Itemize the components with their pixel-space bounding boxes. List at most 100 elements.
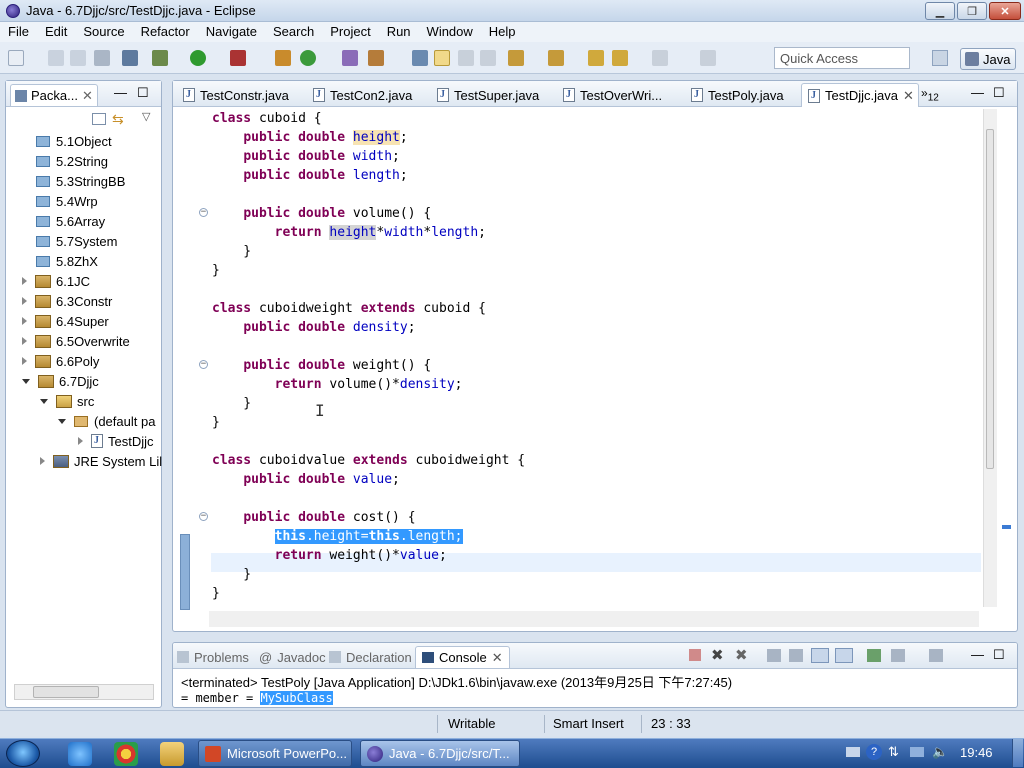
- close-icon[interactable]: ✕: [903, 88, 914, 104]
- menu-navigate[interactable]: Navigate: [198, 22, 265, 42]
- remove-launch-icon[interactable]: ✖: [711, 646, 724, 664]
- start-button[interactable]: [6, 740, 40, 767]
- block-selection-icon[interactable]: [458, 50, 474, 66]
- forward-icon[interactable]: [652, 50, 668, 66]
- tab-testsuper[interactable]: TestSuper.java: [431, 83, 551, 107]
- tree-item[interactable]: 5.6Array: [36, 211, 105, 231]
- fold-toggle-icon[interactable]: −: [199, 208, 208, 217]
- expand-arrow-icon[interactable]: [22, 297, 27, 305]
- tree-item[interactable]: (default pa: [58, 411, 155, 431]
- menu-refactor[interactable]: Refactor: [133, 22, 198, 42]
- overview-marker[interactable]: [1002, 525, 1011, 529]
- code-editor[interactable]: − − − class cuboid { public double heigh…: [173, 109, 983, 610]
- open-console-icon[interactable]: [929, 649, 943, 662]
- open-type-icon[interactable]: [342, 50, 358, 66]
- show-whitespace-icon[interactable]: [480, 50, 496, 66]
- taskbar-item-eclipse[interactable]: Java - 6.7Djjc/src/T...: [360, 740, 520, 767]
- previous-annotation-icon[interactable]: [548, 50, 564, 66]
- tab-testoverwrite[interactable]: TestOverWri...: [557, 83, 677, 107]
- scroll-lock-icon[interactable]: [789, 649, 803, 662]
- tab-testpoly[interactable]: TestPoly.java: [685, 83, 805, 107]
- quick-access-input[interactable]: Quick Access: [774, 47, 910, 69]
- menu-search[interactable]: Search: [265, 22, 322, 42]
- tree-item[interactable]: 6.1JC: [22, 271, 90, 291]
- tree-item[interactable]: 5.2String: [36, 151, 108, 171]
- run-icon[interactable]: [190, 50, 206, 66]
- scrollbar-thumb[interactable]: [986, 129, 994, 469]
- tab-declaration[interactable]: Declaration: [329, 646, 412, 668]
- expand-arrow-icon[interactable]: [22, 337, 27, 345]
- terminate-icon[interactable]: [689, 649, 701, 661]
- package-explorer-tab[interactable]: Packa... ✕: [10, 84, 98, 106]
- volume-icon[interactable]: 🔈: [932, 744, 948, 760]
- maximize-button[interactable]: ❐: [957, 2, 987, 20]
- tab-javadoc[interactable]: @ Javadoc: [259, 646, 326, 668]
- tab-problems[interactable]: Problems: [177, 646, 249, 668]
- horizontal-scrollbar[interactable]: [14, 684, 154, 700]
- ie-icon[interactable]: [68, 742, 92, 766]
- print-icon[interactable]: [94, 50, 110, 66]
- maximize-view-icon[interactable]: ☐: [993, 85, 1005, 101]
- skip-breakpoints-icon[interactable]: [122, 50, 138, 66]
- view-menu-icon[interactable]: ▽: [142, 110, 150, 123]
- overview-ruler[interactable]: [999, 109, 1015, 607]
- tree-item[interactable]: JRE System Lil: [40, 451, 162, 471]
- expand-arrow-icon[interactable]: [78, 437, 83, 445]
- tree-item[interactable]: 6.5Overwrite: [22, 331, 130, 351]
- collapse-arrow-icon[interactable]: [58, 418, 66, 424]
- horizontal-scrollbar[interactable]: [209, 611, 979, 627]
- tree-item[interactable]: 5.1Object: [36, 131, 112, 151]
- fold-toggle-icon[interactable]: −: [199, 360, 208, 369]
- expand-arrow-icon[interactable]: [22, 277, 27, 285]
- clock[interactable]: 19:46: [960, 745, 993, 760]
- menu-run[interactable]: Run: [379, 22, 419, 42]
- show-desktop-button[interactable]: [1012, 739, 1023, 767]
- menu-file[interactable]: File: [0, 22, 37, 42]
- close-button[interactable]: ✕: [989, 2, 1021, 20]
- tree-item[interactable]: 5.3StringBB: [36, 171, 125, 191]
- open-perspective-icon[interactable]: [932, 50, 948, 66]
- external-tools-icon[interactable]: [230, 50, 246, 66]
- remove-all-icon[interactable]: ✖: [735, 646, 748, 664]
- tree-item[interactable]: src: [40, 391, 94, 411]
- tab-testdjjc[interactable]: TestDjjc.java ✕: [801, 83, 919, 107]
- new-icon[interactable]: [8, 50, 24, 66]
- tree-item[interactable]: 6.7Djjc: [22, 371, 99, 391]
- new-java-project-icon[interactable]: [275, 50, 291, 66]
- help-icon[interactable]: ?: [866, 744, 882, 760]
- menu-source[interactable]: Source: [75, 22, 132, 42]
- save-icon[interactable]: [48, 50, 64, 66]
- tree-item[interactable]: 6.3Constr: [22, 291, 112, 311]
- tree-item[interactable]: 5.4Wrp: [36, 191, 98, 211]
- toggle-breadcrumb-icon[interactable]: [412, 50, 428, 66]
- tree-item[interactable]: 6.4Super: [22, 311, 109, 331]
- network-icon[interactable]: [910, 747, 924, 757]
- next-annotation-icon[interactable]: [508, 50, 524, 66]
- tab-testconstr[interactable]: TestConstr.java: [177, 83, 305, 107]
- minimize-button[interactable]: ▁: [925, 2, 955, 20]
- explorer-icon[interactable]: [160, 742, 184, 766]
- last-edit-icon[interactable]: [588, 50, 604, 66]
- back-icon[interactable]: [612, 50, 628, 66]
- tab-testcon2[interactable]: TestCon2.java: [307, 83, 427, 107]
- tree-item[interactable]: 5.7System: [36, 231, 117, 251]
- pin-editor-icon[interactable]: [700, 50, 716, 66]
- scrollbar-thumb[interactable]: [33, 686, 99, 698]
- show-stderr-icon[interactable]: [835, 648, 853, 663]
- tab-console[interactable]: Console ✕: [415, 646, 510, 668]
- maximize-view-icon[interactable]: ☐: [137, 85, 149, 101]
- tray-arrow-icon[interactable]: ⇅: [888, 744, 902, 760]
- menu-window[interactable]: Window: [419, 22, 481, 42]
- expand-arrow-icon[interactable]: [22, 357, 27, 365]
- minimize-view-icon[interactable]: —: [971, 85, 984, 100]
- save-all-icon[interactable]: [70, 50, 86, 66]
- pin-console-icon[interactable]: [867, 649, 881, 662]
- close-icon[interactable]: ✕: [82, 88, 93, 104]
- menu-edit[interactable]: Edit: [37, 22, 75, 42]
- expand-arrow-icon[interactable]: [22, 317, 27, 325]
- tab-overflow-button[interactable]: »12: [921, 86, 939, 103]
- new-package-icon[interactable]: [300, 50, 316, 66]
- maximize-view-icon[interactable]: ☐: [993, 647, 1005, 663]
- menu-help[interactable]: Help: [481, 22, 524, 42]
- minimize-view-icon[interactable]: —: [114, 85, 127, 100]
